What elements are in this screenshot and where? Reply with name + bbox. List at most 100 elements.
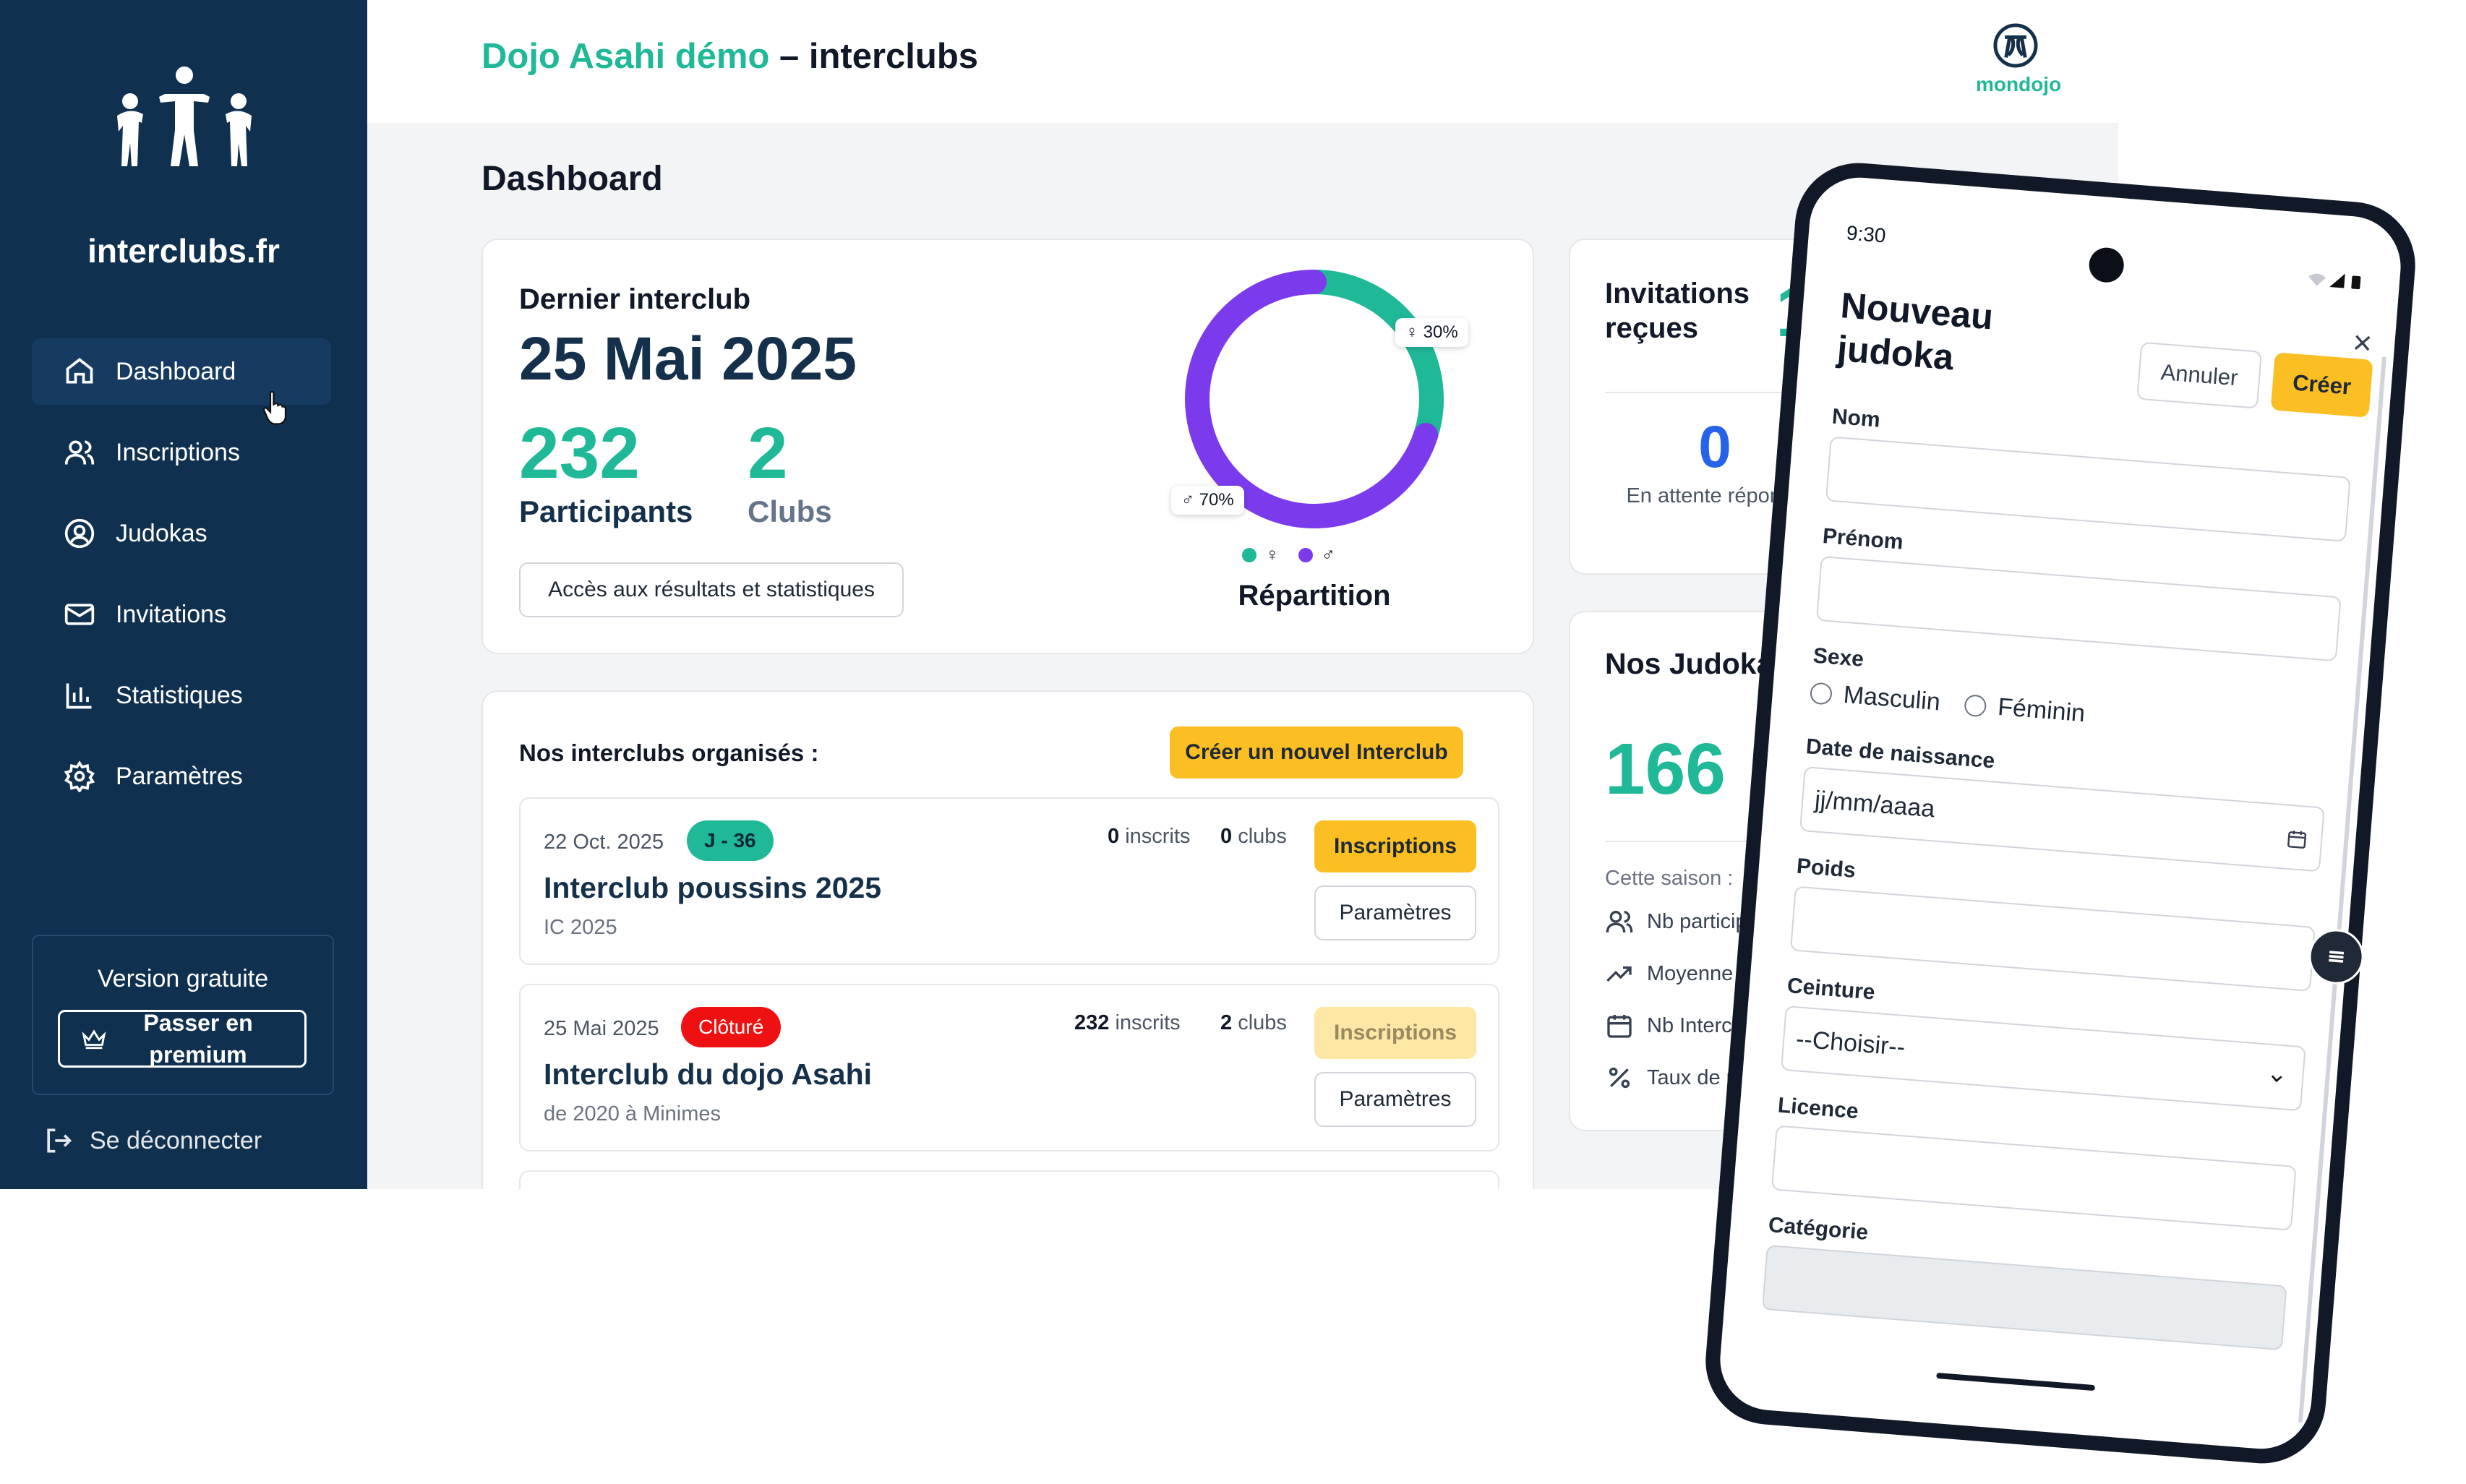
sidebar-item-invitations[interactable]: Invitations (32, 581, 331, 648)
create-interclub-button[interactable]: Créer un nouvel Interclub (1170, 726, 1463, 779)
season-label: Cette saison : (1605, 867, 1734, 890)
settings-button[interactable]: Paramètres (1314, 1072, 1476, 1127)
nom-input[interactable] (1825, 436, 2351, 542)
ceinture-select[interactable]: --Choisir-- (1780, 1005, 2306, 1112)
legend-male-symbol: ♂ (1321, 544, 1336, 565)
sidebar-item-label: Statistiques (116, 681, 243, 709)
app-name: interclubs (808, 37, 979, 76)
judoka-logo-icon (117, 67, 252, 166)
club-name: Dojo Asahi démo (481, 37, 770, 76)
inscrits-label: inscrits (1119, 825, 1191, 848)
interclub-date: 25 Mai 2025 (544, 1017, 659, 1040)
sidebar-item-inscriptions[interactable]: Inscriptions (32, 419, 331, 486)
participants-label: Participants (519, 494, 693, 528)
birthdate-placeholder: jj/mm/aaaa (1813, 785, 1936, 823)
home-indicator[interactable] (1936, 1372, 2096, 1391)
clubs-value: 0 (1220, 825, 1233, 848)
brand-name: interclubs.fr (87, 232, 280, 270)
male-percent-tag: ♂ 70% (1171, 486, 1244, 515)
sidebar-item-label: Dashboard (116, 357, 236, 385)
mondojo-label: mondojo (1976, 73, 2062, 95)
clubs-stat: 2 clubs (1220, 1011, 1287, 1035)
chart-legend: ♀ ♂ (1242, 544, 1335, 566)
version-box: Version gratuite Passer en premium (32, 935, 334, 1095)
licence-input[interactable] (1771, 1125, 2297, 1231)
sidebar-item-label: Judokas (116, 519, 207, 547)
home-icon (66, 358, 93, 384)
clubs-label: clubs (1232, 1011, 1287, 1034)
clubs-value: 2 (1220, 1011, 1233, 1034)
legend-female-symbol: ♀ (1265, 544, 1280, 565)
invitations-title: Invitations reçues (1605, 278, 1750, 344)
interclub-subtitle: de 2020 à Minimes (544, 1102, 722, 1125)
chevron-down-icon (2271, 1075, 2282, 1083)
poids-input[interactable] (1789, 885, 2316, 992)
judokas-count: 166 (1605, 729, 1726, 810)
inscrits-value: 0 (1108, 825, 1120, 848)
settings-button[interactable]: Paramètres (1314, 885, 1476, 940)
inscriptions-button[interactable]: Inscriptions (1314, 820, 1476, 872)
interclubs-list-title: Nos interclubs organisés : (519, 739, 819, 766)
inscrits-stat: 0 inscrits (1108, 825, 1190, 849)
cancel-button[interactable]: Annuler (2136, 341, 2263, 409)
mondojo-logo[interactable]: mondojo (1976, 22, 2062, 96)
menu-icon (2329, 951, 2345, 963)
phone-screen: 9:30 Nouveau judoka × Annuler Créer Nom … (1716, 173, 2405, 1453)
inscrits-label: inscrits (1109, 1011, 1181, 1034)
top-bar: Dojo Asahi démo – interclubs mondojo (367, 0, 2118, 123)
sidebar-item-parametres[interactable]: Paramètres (32, 743, 331, 810)
create-button[interactable]: Créer (2270, 352, 2373, 418)
logout-button[interactable]: Se déconnecter (42, 1125, 262, 1157)
last-interclub-date: 25 Mai 2025 (519, 325, 857, 393)
inscrits-stat: 232 inscrits (1074, 1011, 1181, 1035)
percent-icon (1609, 1067, 1630, 1089)
results-button[interactable]: Accès aux résultats et statistiques (519, 562, 904, 617)
ceinture-selected: --Choisir-- (1794, 1024, 1906, 1061)
mail-icon (64, 604, 95, 625)
birthdate-input[interactable]: jj/mm/aaaa (1799, 766, 2325, 872)
premium-button-label: Passer en premium (143, 1010, 253, 1068)
sheet-title: Nouveau judoka (1836, 285, 1995, 378)
last-interclub-label: Dernier interclub (519, 283, 751, 315)
interclub-item[interactable]: 22 Oct. 2025 J - 36 Interclub poussins 2… (519, 797, 1499, 965)
donut-svg (1185, 270, 1444, 528)
trend-up-icon (1606, 966, 1632, 982)
premium-button[interactable]: Passer en premium (58, 1010, 307, 1068)
ceinture-label: Ceinture (1786, 974, 1876, 1005)
interclub-item[interactable] (519, 1170, 1499, 1189)
nom-label: Nom (1831, 404, 1881, 432)
phone-mockup: 9:30 Nouveau judoka × Annuler Créer Nom … (1700, 158, 2420, 1469)
sidebar-item-label: Invitations (116, 600, 227, 628)
sidebar-item-label: Inscriptions (116, 438, 240, 466)
clubs-stat: 0 clubs (1220, 825, 1287, 849)
donut-slice-0 (1302, 270, 1444, 448)
gear-icon (64, 760, 95, 792)
interclub-name: Interclub du dojo Asahi (544, 1058, 873, 1091)
sidebar-item-judokas[interactable]: Judokas (32, 500, 331, 567)
interclub-item[interactable]: 25 Mai 2025 Clôturé Interclub du dojo As… (519, 984, 1499, 1151)
sidebar-item-statistiques[interactable]: Statistiques (32, 662, 331, 729)
sidebar: interclubs.fr Dashboard Inscriptions Jud… (0, 0, 367, 1189)
radio-masculin[interactable] (1809, 681, 1833, 705)
bar-chart-icon (66, 683, 92, 709)
last-interclub-card: Dernier interclub 25 Mai 2025 232 Partic… (481, 239, 1534, 654)
repartition-chart: ♀ 30% ♂ 70% (1163, 269, 1468, 558)
crown-icon (82, 1029, 106, 1050)
categorie-label: Catégorie (1767, 1213, 1870, 1245)
front-camera (2087, 246, 2125, 284)
status-icons (2308, 273, 2361, 290)
interclub-subtitle: IC 2025 (544, 916, 617, 939)
calendar-icon[interactable] (2285, 828, 2308, 851)
calendar-icon (1607, 1015, 1632, 1038)
users-icon (64, 440, 95, 465)
title-separator: – (769, 37, 809, 76)
clubs-label: Clubs (748, 494, 832, 528)
chart-title: Répartition (1238, 580, 1391, 612)
prenom-input[interactable] (1815, 555, 2342, 662)
clubs-count: 2 (748, 413, 788, 494)
close-icon[interactable]: × (2351, 322, 2373, 363)
users-icon (1606, 911, 1633, 933)
inscrits-value: 232 (1074, 1011, 1110, 1034)
radio-feminin[interactable] (1964, 693, 1987, 717)
closed-badge: Clôturé (681, 1007, 782, 1047)
